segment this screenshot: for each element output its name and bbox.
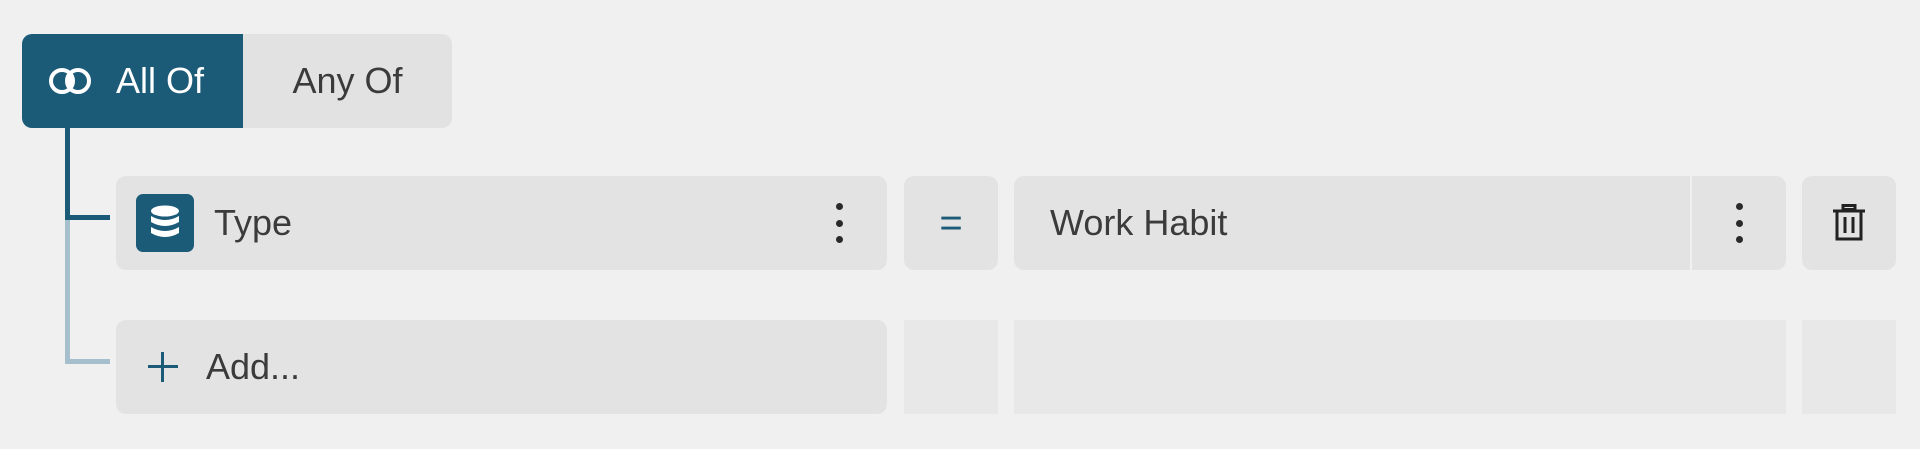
- all-of-button[interactable]: All Of: [22, 34, 243, 128]
- condition-value-label: Work Habit: [1050, 202, 1228, 243]
- all-of-label: All Of: [116, 60, 205, 101]
- plus-icon: [148, 352, 178, 382]
- trash-icon: [1833, 204, 1865, 241]
- database-icon: [136, 194, 194, 252]
- tree-connector-branch-active: [65, 215, 110, 220]
- delete-condition-button[interactable]: [1802, 176, 1896, 270]
- tree-connector-vertical-active: [65, 128, 70, 220]
- add-condition-label: Add...: [206, 346, 301, 387]
- operator-label: =: [939, 200, 963, 245]
- condition-field-label: Type: [214, 202, 293, 243]
- field-menu-icon[interactable]: [829, 203, 849, 243]
- delete-placeholder: [1802, 320, 1896, 414]
- value-placeholder: [1014, 320, 1786, 414]
- operator-selector[interactable]: =: [904, 176, 998, 270]
- any-of-button[interactable]: Any Of: [243, 34, 452, 128]
- operator-placeholder: [904, 320, 998, 414]
- tree-connector-branch-inactive: [65, 359, 110, 364]
- condition-value-input[interactable]: Work Habit: [1014, 176, 1690, 270]
- condition-field-selector[interactable]: Type: [116, 176, 887, 270]
- add-condition-button[interactable]: Add...: [116, 320, 887, 414]
- combinator-toggle: All Of Any Of: [22, 34, 452, 128]
- any-of-label: Any Of: [292, 60, 403, 101]
- value-menu-button[interactable]: [1692, 176, 1786, 270]
- intersect-circles-icon: [49, 68, 91, 94]
- value-menu-icon: [1729, 203, 1749, 243]
- tree-connector-vertical-inactive: [65, 220, 70, 364]
